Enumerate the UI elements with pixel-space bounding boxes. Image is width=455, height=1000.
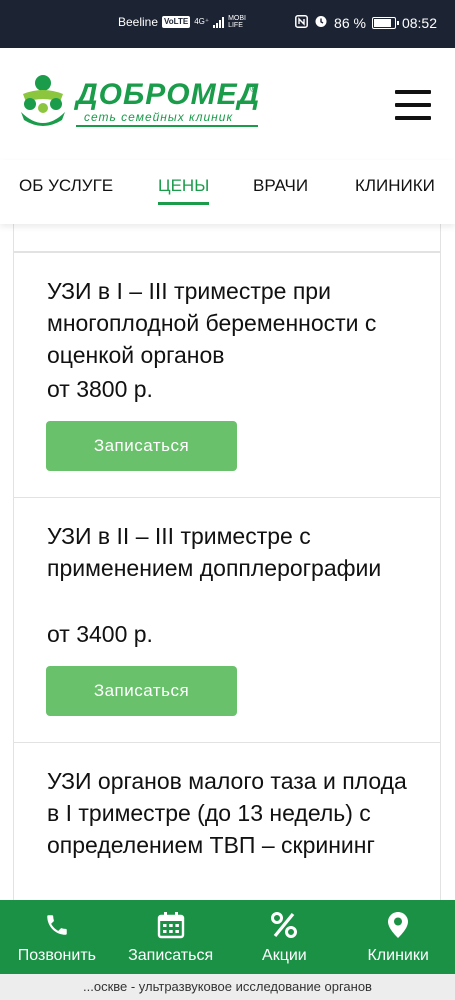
alarm-icon bbox=[314, 14, 328, 31]
call-button[interactable]: Позвонить bbox=[0, 900, 114, 974]
menu-bar-icon bbox=[395, 90, 431, 94]
price-list: УЗИ в I – III триместре при многоплодной… bbox=[0, 224, 455, 900]
price-card: УЗИ в I – III триместре при многоплодной… bbox=[13, 252, 441, 498]
tab-about-service[interactable]: ОБ УСЛУГЕ bbox=[19, 176, 113, 202]
nav-label: Клиники bbox=[367, 947, 429, 964]
logo[interactable]: ДОБРОМЕД ® сеть семейных клиник bbox=[18, 70, 268, 140]
logo-name: ДОБРОМЕД bbox=[76, 78, 261, 111]
nfc-icon bbox=[295, 14, 308, 31]
network-type: 4G⁺ bbox=[194, 17, 210, 26]
service-title: УЗИ органов малого таза и плода в I трим… bbox=[47, 768, 407, 858]
clinics-button[interactable]: Клиники bbox=[341, 900, 455, 974]
nav-label: Позвонить bbox=[17, 947, 96, 964]
carrier-name: Beeline bbox=[118, 15, 159, 29]
menu-bar-icon bbox=[395, 116, 431, 120]
phone-icon bbox=[44, 909, 70, 941]
service-title: УЗИ в I – III триместре при многоплодной… bbox=[47, 278, 377, 368]
nav-label: Акции bbox=[262, 947, 307, 964]
status-left: Beeline VoLTE 4G⁺ MOBI LIFE bbox=[118, 15, 250, 29]
tab-prices[interactable]: ЦЕНЫ bbox=[158, 176, 210, 205]
promotions-button[interactable]: Акции bbox=[228, 900, 342, 974]
location-pin-icon bbox=[387, 909, 409, 941]
page-url-caption: ...оскве - ультразвуковое исследование о… bbox=[0, 974, 455, 1000]
logo-family-icon bbox=[21, 75, 65, 126]
service-title: УЗИ в II – III триместре с применением д… bbox=[47, 523, 382, 581]
logo-registered-mark: ® bbox=[250, 84, 258, 95]
calendar-icon bbox=[157, 909, 185, 941]
hamburger-menu-button[interactable] bbox=[395, 90, 431, 120]
tab-clinics[interactable]: КЛИНИКИ bbox=[355, 176, 435, 202]
clock: 08:52 bbox=[401, 14, 437, 31]
book-appointment-button[interactable]: Записаться bbox=[114, 900, 228, 974]
site-header: ДОБРОМЕД ® сеть семейных клиник bbox=[0, 48, 455, 160]
price-card: УЗИ в II – III триместре с применением д… bbox=[13, 497, 441, 743]
book-button[interactable]: Записаться bbox=[46, 421, 237, 471]
status-bar: Beeline VoLTE 4G⁺ MOBI LIFE 86 % 08:52 bbox=[0, 0, 455, 48]
percent-icon bbox=[270, 909, 298, 941]
battery-percent: 86 % bbox=[334, 14, 366, 31]
signal-icon bbox=[213, 16, 225, 28]
data-badge: MOBI LIFE bbox=[228, 15, 246, 29]
menu-bar-icon bbox=[395, 103, 431, 107]
bottom-nav: Позвонить Записаться Акции Клиники bbox=[0, 900, 455, 974]
price-card: УЗИ органов малого таза и плода в I трим… bbox=[13, 742, 441, 900]
battery-icon bbox=[371, 16, 399, 29]
logo-underline bbox=[76, 125, 258, 127]
tab-doctors[interactable]: ВРАЧИ bbox=[253, 176, 308, 202]
status-right: 86 % 08:52 bbox=[295, 14, 437, 31]
service-price: от 3800 р. bbox=[47, 376, 153, 402]
volte-badge: VoLTE bbox=[162, 16, 191, 28]
price-card-previous bbox=[13, 224, 441, 252]
logo-subtitle: сеть семейных клиник bbox=[84, 110, 234, 124]
service-price: от 3400 р. bbox=[47, 621, 153, 647]
nav-label: Записаться bbox=[128, 947, 214, 964]
section-tabs: ОБ УСЛУГЕ ЦЕНЫ ВРАЧИ КЛИНИКИ bbox=[0, 160, 455, 224]
book-button[interactable]: Записаться bbox=[46, 666, 237, 716]
